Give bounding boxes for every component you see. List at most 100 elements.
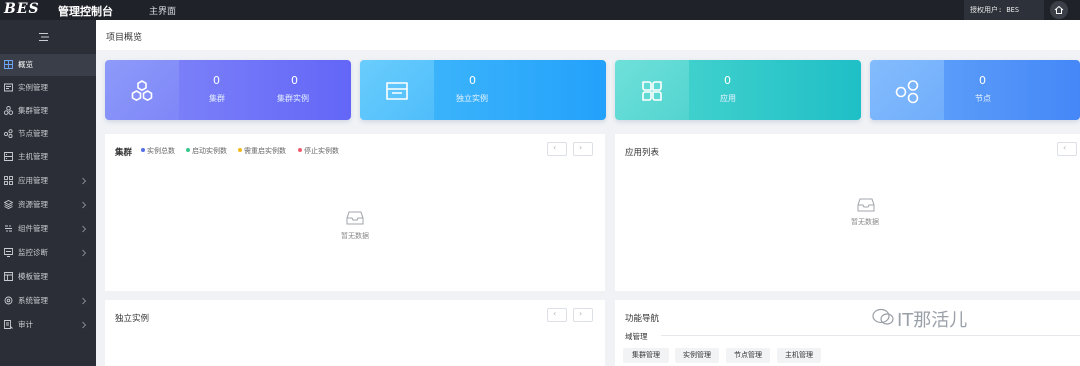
cluster-count: 0 (213, 74, 220, 87)
sidebar-item-overview[interactable]: 概览 (0, 54, 96, 76)
legend-label: 停止实例数 (304, 147, 339, 155)
sidebar-item-instances[interactable]: 实例管理 (0, 77, 96, 99)
home-icon (1054, 5, 1064, 14)
legend-restart-needed-instances[interactable]: 需重启实例数 (238, 146, 286, 156)
sidebar-item-label: 组件管理 (18, 224, 48, 233)
sidebar-item-monitoring[interactable]: 监控诊断 (0, 242, 96, 264)
template-icon (4, 272, 13, 281)
stat-card-icon-area (615, 60, 689, 120)
stat-card-standalone-instances[interactable]: 0 独立实例 (360, 60, 606, 120)
next-page-button[interactable]: › (573, 142, 593, 156)
standalone-instance-count: 0 (469, 74, 476, 87)
chevron-right-icon (82, 225, 87, 233)
legend-dot (141, 148, 145, 152)
legend-started-instances[interactable]: 启动实例数 (186, 146, 227, 156)
chevron-right-icon (82, 321, 87, 329)
sidebar-item-label: 节点管理 (18, 129, 48, 138)
instance-icon (4, 83, 13, 92)
component-icon (5, 225, 12, 232)
application-list-title: 应用列表 (625, 148, 660, 158)
stat-card-icon-area (870, 60, 944, 120)
node-icon (4, 129, 13, 138)
stat-card-clusters[interactable]: 0 集群 0 集群实例 (105, 60, 351, 120)
monitor-icon (4, 248, 13, 257)
chevron-right-icon (82, 201, 87, 209)
app-title: 管理控制台 (58, 5, 113, 18)
inbox-icon (386, 82, 408, 100)
nav-host-management-button[interactable]: 主机管理 (777, 348, 821, 363)
page-title: 项目概览 (106, 33, 143, 43)
top-bar: BES 管理控制台 主界面 授权用户: BES TRIAL (0, 0, 1080, 34)
sidebar-item-components[interactable]: 组件管理 (0, 218, 96, 240)
function-nav-title: 功能导航 (625, 314, 660, 324)
sidebar-item-hosts[interactable]: 主机管理 (0, 146, 96, 168)
empty-text: 暂无数据 (851, 218, 879, 226)
prev-page-button[interactable]: ‹ (547, 308, 567, 322)
sidebar-item-resources[interactable]: 资源管理 (0, 194, 96, 216)
legend-label: 需重启实例数 (244, 147, 286, 155)
legend-dot (298, 148, 302, 152)
standalone-instance-count-label: 独立实例 (456, 94, 488, 103)
tab-main[interactable]: 主界面 (149, 4, 176, 17)
logo: BES (4, 1, 40, 17)
page-header: 项目概览 (96, 20, 1080, 50)
sidebar-item-label: 实例管理 (18, 83, 48, 92)
sidebar-item-nodes[interactable]: 节点管理 (0, 123, 96, 145)
cluster-count-label: 集群 (209, 94, 225, 103)
sidebar-item-label: 应用管理 (18, 176, 48, 185)
node-count: 0 (979, 74, 986, 87)
nav-node-management-button[interactable]: 节点管理 (726, 348, 770, 363)
sidebar-item-label: 概览 (18, 60, 33, 69)
stat-card-applications[interactable]: 0 应用 (615, 60, 861, 120)
sidebar-item-templates[interactable]: 模板管理 (0, 266, 96, 288)
watermark-text: IT那活儿 (897, 310, 968, 331)
apps-icon (642, 81, 662, 101)
nav-instance-management-button[interactable]: 实例管理 (675, 348, 719, 363)
wechat-icon (872, 308, 894, 325)
cluster-panel: 集群 实例总数 启动实例数 需重启实例数 停止实例数 ‹ › 暂无数据 (105, 134, 605, 291)
empty-text: 暂无数据 (341, 232, 369, 240)
cluster-panel-title: 集群 (115, 148, 133, 158)
next-page-button[interactable]: › (573, 308, 593, 322)
sidebar: 概览 实例管理 集群管理 节点管理 主机管理 应用管理 资源管理 组件管理 监控… (0, 20, 96, 366)
prev-page-button[interactable]: ‹ (1057, 142, 1077, 156)
chevron-right-icon (82, 249, 87, 257)
chevron-left-icon: ‹ (553, 309, 557, 318)
chevron-right-icon (82, 177, 87, 185)
app-icon (4, 176, 13, 185)
sidebar-item-system[interactable]: 系统管理 (0, 290, 96, 312)
stat-card-values: 0 集群 0 集群实例 (179, 60, 351, 120)
legend-label: 启动实例数 (192, 147, 227, 155)
collapse-menu-icon[interactable] (38, 32, 50, 42)
host-icon (4, 152, 13, 161)
sidebar-item-audit[interactable]: 审计 (0, 314, 96, 336)
resource-icon (4, 200, 13, 209)
stat-card-values: 0 应用 (689, 60, 861, 120)
audit-icon (4, 320, 13, 329)
chevron-right-icon (82, 297, 87, 305)
legend-dot (186, 148, 190, 152)
sidebar-item-label: 模板管理 (18, 272, 48, 281)
sidebar-item-label: 资源管理 (18, 200, 48, 209)
cluster-icon (4, 106, 13, 115)
sidebar-item-clusters[interactable]: 集群管理 (0, 100, 96, 122)
domain-management-heading: 域管理 (625, 332, 648, 341)
stat-card-icon-area (105, 60, 179, 120)
prev-page-button[interactable]: ‹ (547, 142, 567, 156)
chevron-left-icon: ‹ (553, 143, 557, 152)
nav-cluster-management-button[interactable]: 集群管理 (623, 348, 669, 363)
legend-total-instances[interactable]: 实例总数 (141, 146, 175, 156)
standalone-instance-title: 独立实例 (115, 314, 150, 324)
chevron-left-icon: ‹ (1063, 143, 1067, 152)
sidebar-item-label: 集群管理 (18, 106, 48, 115)
chevron-right-icon: › (579, 143, 583, 152)
empty-inbox-icon (857, 198, 875, 212)
sidebar-item-label: 主机管理 (18, 152, 48, 161)
sidebar-item-apps[interactable]: 应用管理 (0, 170, 96, 192)
legend-stopped-instances[interactable]: 停止实例数 (298, 146, 339, 156)
application-count: 0 (724, 74, 731, 87)
stat-card-nodes[interactable]: 0 节点 (870, 60, 1080, 120)
stat-card-values: 0 独立实例 (434, 60, 606, 120)
home-button[interactable] (1050, 1, 1068, 19)
cluster-instance-count: 0 (291, 74, 298, 87)
